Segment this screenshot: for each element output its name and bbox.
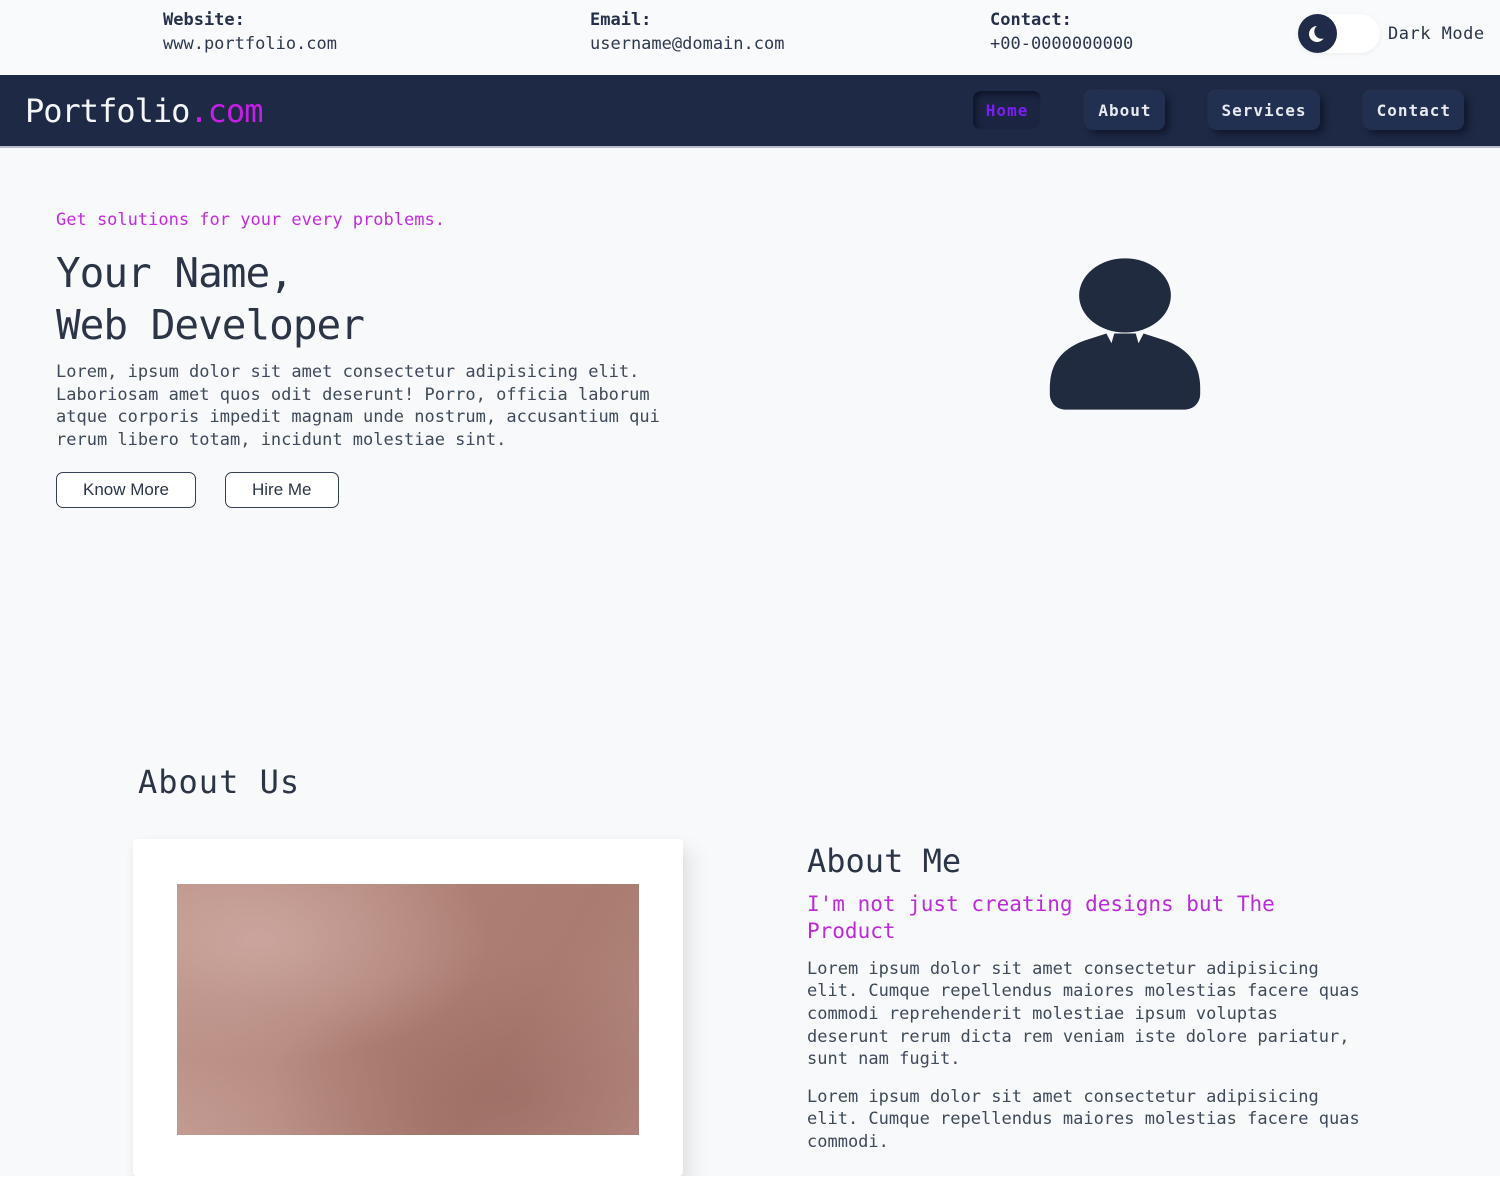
moon-icon — [1298, 14, 1337, 53]
logo-primary: Portfolio — [25, 92, 189, 130]
nav-item-about[interactable]: About — [1085, 91, 1164, 130]
know-more-button[interactable]: Know More — [56, 472, 196, 508]
about-paragraph-1: Lorem ipsum dolor sit amet consectetur a… — [807, 958, 1367, 1071]
nav-item-services[interactable]: Services — [1209, 91, 1320, 130]
website-label: Website: — [163, 9, 337, 32]
contact-value: +00-0000000000 — [990, 33, 1133, 56]
email-info: Email: username@domain.com — [590, 9, 784, 56]
email-label: Email: — [590, 9, 784, 32]
contact-label: Contact: — [990, 9, 1133, 32]
about-text-column: About Me I'm not just creating designs b… — [807, 842, 1367, 1169]
about-row: About Me I'm not just creating designs b… — [133, 839, 1500, 1176]
nav-item-contact[interactable]: Contact — [1364, 91, 1464, 130]
footer-strip — [0, 1176, 1500, 1200]
email-value: username@domain.com — [590, 33, 784, 56]
contact-info: Contact: +00-0000000000 — [990, 9, 1133, 56]
nav-links: Home About Services Contact — [973, 91, 1464, 130]
dark-mode-toggle[interactable] — [1298, 14, 1380, 53]
about-photo — [177, 884, 639, 1135]
hero-title: Your Name,Web Developer — [56, 247, 1500, 351]
dark-mode-label: Dark Mode — [1388, 24, 1485, 44]
nav-item-home[interactable]: Home — [973, 91, 1042, 130]
about-paragraph-2: Lorem ipsum dolor sit amet consectetur a… — [807, 1086, 1367, 1154]
navbar: Portfolio.com Home About Services Contac… — [0, 75, 1500, 148]
website-info: Website: www.portfolio.com — [163, 9, 337, 56]
hero-tagline: Get solutions for your every problems. — [56, 210, 1500, 230]
hero-title-line1: Your Name, — [56, 249, 293, 297]
about-subheading: I'm not just creating designs but The Pr… — [807, 891, 1367, 945]
about-photo-frame — [133, 839, 683, 1176]
hero-buttons: Know More Hire Me — [56, 472, 1500, 508]
about-section: About Us About Me I'm not just creating … — [0, 603, 1500, 1176]
about-section-title: About Us — [138, 763, 1500, 801]
hero-section: Get solutions for your every problems. Y… — [0, 148, 1500, 603]
website-value: www.portfolio.com — [163, 33, 337, 56]
hero-title-line2: Web Developer — [56, 301, 364, 349]
topbar: Website: www.portfolio.com Email: userna… — [0, 0, 1500, 75]
logo-accent: .com — [189, 92, 262, 130]
hero-description: Lorem, ipsum dolor sit amet consectetur … — [56, 361, 681, 451]
user-tie-icon — [1042, 258, 1208, 410]
logo[interactable]: Portfolio.com — [25, 92, 262, 130]
hire-me-button[interactable]: Hire Me — [225, 472, 339, 508]
about-heading: About Me — [807, 842, 1367, 880]
